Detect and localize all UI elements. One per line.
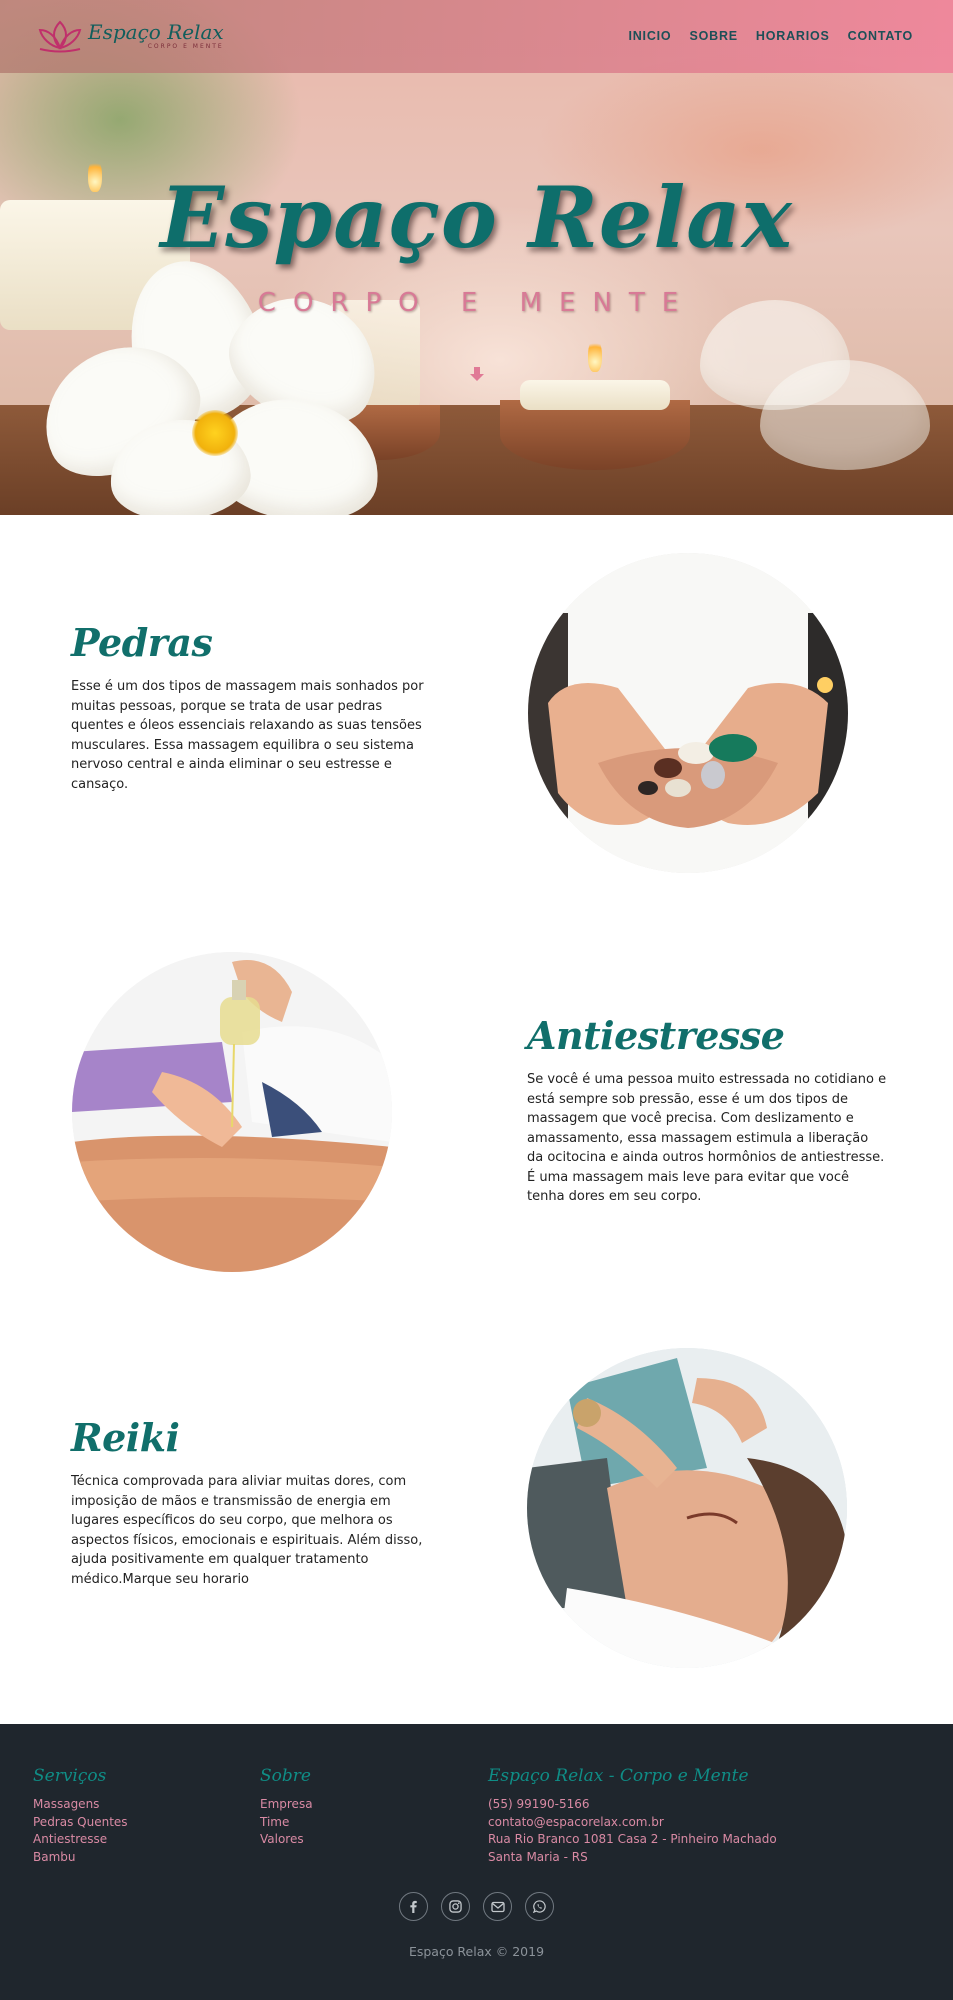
- main-nav: INICIO SOBRE HORARIOS CONTATO: [628, 29, 913, 43]
- footer-col-servicos: Serviços Massagens Pedras Quentes Anties…: [33, 1766, 128, 1866]
- nav-inicio[interactable]: INICIO: [628, 29, 671, 43]
- logo-title: Espaço Relax: [88, 20, 224, 44]
- site-footer: Serviços Massagens Pedras Quentes Anties…: [0, 1724, 953, 2000]
- footer-link[interactable]: Pedras Quentes: [33, 1814, 128, 1832]
- footer-link[interactable]: Time: [260, 1814, 313, 1832]
- service-title: Antiestresse: [527, 1013, 785, 1058]
- service-antiestresse: Antiestresse Se você é uma pessoa muito …: [0, 895, 953, 1325]
- whatsapp-icon[interactable]: [525, 1892, 554, 1921]
- footer-heading: Sobre: [260, 1766, 311, 1786]
- lotus-icon: [38, 20, 82, 53]
- nav-contato[interactable]: CONTATO: [848, 29, 913, 43]
- instagram-icon[interactable]: [441, 1892, 470, 1921]
- footer-col-contato: Espaço Relax - Corpo e Mente (55) 99190-…: [488, 1766, 777, 1866]
- service-pedras: Pedras Esse é um dos tipos de massagem m…: [0, 515, 953, 895]
- footer-email[interactable]: contato@espacorelax.com.br: [488, 1814, 777, 1832]
- stones-image: [528, 553, 848, 873]
- hero-candle-right: [520, 380, 670, 410]
- footer-link[interactable]: Valores: [260, 1831, 313, 1849]
- footer-phone[interactable]: (55) 99190-5166: [488, 1796, 777, 1814]
- service-description: Técnica comprovada para aliviar muitas d…: [71, 1474, 423, 1587]
- logo-subtitle: CORPO E MENTE: [147, 43, 224, 50]
- hero-candle-bowl: [500, 400, 690, 470]
- service-description: Se você é uma pessoa muito estressada no…: [527, 1072, 887, 1204]
- service-title: Pedras: [71, 620, 213, 665]
- facebook-icon[interactable]: [399, 1892, 428, 1921]
- footer-city: Santa Maria - RS: [488, 1849, 588, 1864]
- hero-flame-right: [588, 338, 602, 372]
- service-title: Reiki: [71, 1415, 180, 1460]
- arrow-down-icon[interactable]: [469, 366, 485, 382]
- oil-massage-image: [72, 952, 392, 1272]
- email-icon[interactable]: [483, 1892, 512, 1921]
- footer-link[interactable]: Massagens: [33, 1796, 128, 1814]
- footer-link[interactable]: Bambu: [33, 1849, 128, 1867]
- hero-subtitle: CORPO E MENTE: [257, 288, 696, 318]
- logo[interactable]: Espaço Relax CORPO E MENTE: [34, 16, 224, 56]
- footer-address: Rua Rio Branco 1081 Casa 2 - Pinheiro Ma…: [488, 1832, 777, 1846]
- hero-banner: Espaço Relax CORPO E MENTE INICIO SOBRE …: [0, 0, 953, 515]
- nav-sobre[interactable]: SOBRE: [689, 29, 737, 43]
- copyright: Espaço Relax © 2019: [408, 1944, 545, 1959]
- service-reiki: Reiki Técnica comprovada para aliviar mu…: [0, 1325, 953, 1724]
- footer-link[interactable]: Antiestresse: [33, 1831, 128, 1849]
- social-links: [399, 1892, 554, 1921]
- footer-heading: Serviços: [33, 1766, 107, 1786]
- reiki-image: [527, 1348, 847, 1668]
- footer-heading: Espaço Relax - Corpo e Mente: [488, 1766, 749, 1786]
- flower-center: [192, 410, 238, 456]
- service-description: Esse é um dos tipos de massagem mais son…: [71, 679, 424, 792]
- hero-title: Espaço Relax: [160, 168, 793, 267]
- footer-col-sobre: Sobre Empresa Time Valores: [260, 1766, 313, 1849]
- top-navbar: Espaço Relax CORPO E MENTE INICIO SOBRE …: [0, 0, 953, 73]
- footer-link[interactable]: Empresa: [260, 1796, 313, 1814]
- nav-horarios[interactable]: HORARIOS: [756, 29, 830, 43]
